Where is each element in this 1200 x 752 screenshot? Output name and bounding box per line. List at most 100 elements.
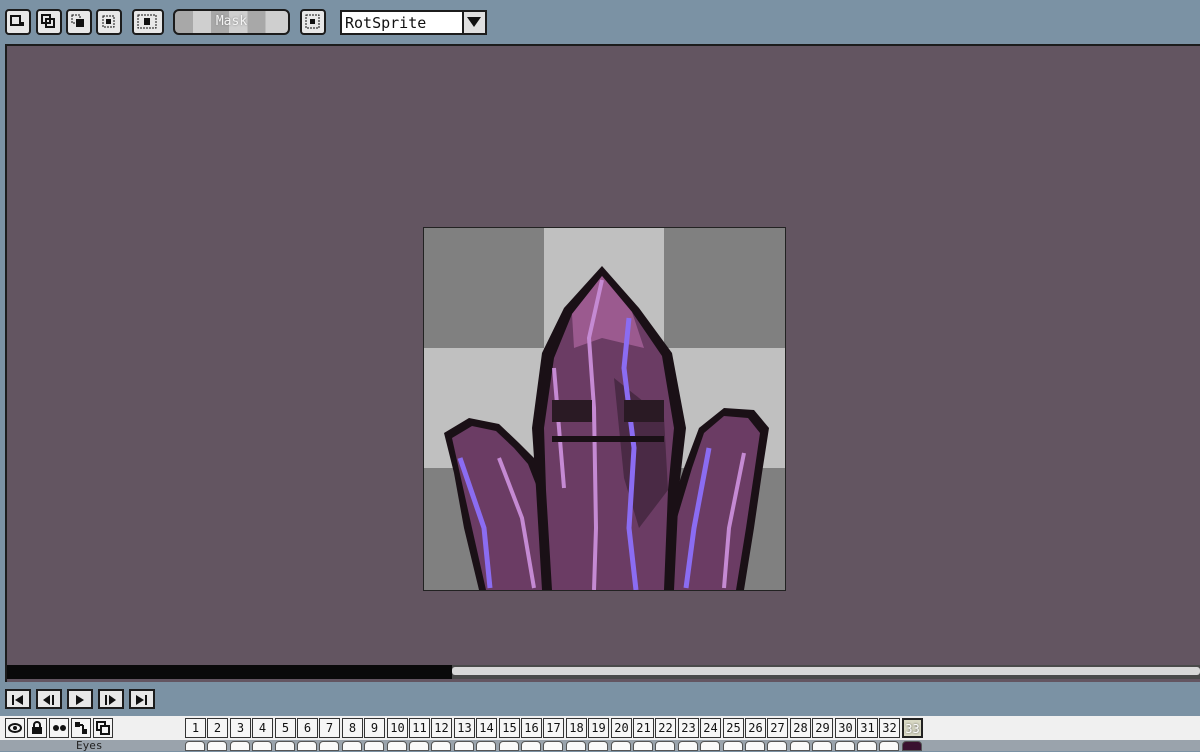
- frame-10[interactable]: 10: [387, 718, 408, 738]
- cel-frame-25[interactable]: [723, 741, 743, 751]
- last-frame-icon: [136, 695, 147, 705]
- last-frame-button[interactable]: [129, 689, 155, 709]
- cel-frame-5[interactable]: [275, 741, 295, 751]
- frame-11[interactable]: 11: [409, 718, 430, 738]
- link-icon: [75, 722, 87, 734]
- frame-19[interactable]: 19: [588, 718, 609, 738]
- cel-frame-2[interactable]: [207, 741, 227, 751]
- cel-frame-1[interactable]: [185, 741, 205, 751]
- frame-7[interactable]: 7: [319, 718, 340, 738]
- frame-18[interactable]: 18: [566, 718, 587, 738]
- first-frame-button[interactable]: [5, 689, 31, 709]
- previous-frame-button[interactable]: [36, 689, 62, 709]
- cel-frame-24[interactable]: [700, 741, 720, 751]
- mask-button[interactable]: Mask: [173, 9, 290, 35]
- frame-24[interactable]: 24: [700, 718, 721, 738]
- frame-3[interactable]: 3: [230, 718, 251, 738]
- first-frame-icon: [12, 695, 23, 705]
- cel-frame-11[interactable]: [409, 741, 429, 751]
- cel-frame-19[interactable]: [588, 741, 608, 751]
- scrollbar-thumb[interactable]: [452, 667, 1200, 675]
- dropdown-arrow-button[interactable]: [462, 12, 485, 33]
- cel-frame-16[interactable]: [521, 741, 541, 751]
- sprite-canvas[interactable]: [423, 227, 786, 591]
- onion-skin-toggle[interactable]: [49, 718, 69, 738]
- cel-frame-28[interactable]: [790, 741, 810, 751]
- cel-frame-26[interactable]: [745, 741, 765, 751]
- cel-frame-13[interactable]: [454, 741, 474, 751]
- cel-frame-20[interactable]: [611, 741, 631, 751]
- frame-32[interactable]: 32: [879, 718, 900, 738]
- cel-frame-9[interactable]: [364, 741, 384, 751]
- frame-30[interactable]: 30: [835, 718, 856, 738]
- next-frame-icon: [105, 695, 116, 705]
- selection-intersect-button[interactable]: [96, 9, 122, 35]
- frame-14[interactable]: 14: [476, 718, 497, 738]
- play-button[interactable]: [67, 689, 93, 709]
- cel-frame-6[interactable]: [297, 741, 317, 751]
- frame-15[interactable]: 15: [499, 718, 520, 738]
- frame-22[interactable]: 22: [655, 718, 676, 738]
- lock-toggle[interactable]: [27, 718, 47, 738]
- horizontal-scrollbar[interactable]: [7, 665, 1200, 679]
- cel-frame-27[interactable]: [767, 741, 787, 751]
- transparent-color-button[interactable]: [132, 9, 164, 35]
- toolbar: Mask RotSprite: [0, 0, 1200, 42]
- selection-intersect-icon: [102, 15, 115, 28]
- cel-frame-10[interactable]: [387, 741, 407, 751]
- frame-21[interactable]: 21: [633, 718, 654, 738]
- selection-add-icon: [41, 14, 55, 28]
- cel-frame-7[interactable]: [319, 741, 339, 751]
- scrollbar-track: [7, 665, 452, 679]
- frame-31[interactable]: 31: [857, 718, 878, 738]
- frame-17[interactable]: 17: [543, 718, 564, 738]
- frame-5[interactable]: 5: [275, 718, 296, 738]
- frame-20[interactable]: 20: [611, 718, 632, 738]
- cel-frame-17[interactable]: [543, 741, 563, 751]
- cel-frame-8[interactable]: [342, 741, 362, 751]
- next-frame-button[interactable]: [98, 689, 124, 709]
- frame-25[interactable]: 25: [723, 718, 744, 738]
- cel-frame-33[interactable]: [902, 741, 922, 751]
- visibility-toggle[interactable]: [5, 718, 25, 738]
- selection-subtract-button[interactable]: [66, 9, 92, 35]
- frame-27[interactable]: 27: [767, 718, 788, 738]
- frame-8[interactable]: 8: [342, 718, 363, 738]
- cel-frame-31[interactable]: [857, 741, 877, 751]
- pivot-icon: [305, 14, 320, 29]
- cel-frame-23[interactable]: [678, 741, 698, 751]
- continuous-layer-toggle[interactable]: [93, 718, 113, 738]
- frame-28[interactable]: 28: [790, 718, 811, 738]
- frame-33[interactable]: 33: [902, 718, 923, 738]
- selection-replace-button[interactable]: [5, 9, 31, 35]
- cel-frame-29[interactable]: [812, 741, 832, 751]
- rotation-algorithm-select[interactable]: RotSprite: [340, 10, 487, 35]
- link-cels-toggle[interactable]: [71, 718, 91, 738]
- cel-frame-3[interactable]: [230, 741, 250, 751]
- cel-frame-12[interactable]: [431, 741, 451, 751]
- cel-frame-22[interactable]: [655, 741, 675, 751]
- layer-name: Eyes: [76, 739, 103, 752]
- selection-add-button[interactable]: [36, 9, 62, 35]
- cel-frame-30[interactable]: [835, 741, 855, 751]
- frame-4[interactable]: 4: [252, 718, 273, 738]
- frame-23[interactable]: 23: [678, 718, 699, 738]
- cel-frame-15[interactable]: [499, 741, 519, 751]
- cel-frame-32[interactable]: [879, 741, 899, 751]
- cel-frame-18[interactable]: [566, 741, 586, 751]
- pivot-button[interactable]: [300, 9, 326, 35]
- frame-13[interactable]: 13: [454, 718, 475, 738]
- cel-frame-4[interactable]: [252, 741, 272, 751]
- frame-12[interactable]: 12: [431, 718, 452, 738]
- frame-26[interactable]: 26: [745, 718, 766, 738]
- canvas-area[interactable]: [5, 44, 1200, 682]
- frame-6[interactable]: 6: [297, 718, 318, 738]
- layers-icon: [96, 721, 110, 735]
- frame-16[interactable]: 16: [521, 718, 542, 738]
- frame-2[interactable]: 2: [207, 718, 228, 738]
- cel-frame-14[interactable]: [476, 741, 496, 751]
- cel-frame-21[interactable]: [633, 741, 653, 751]
- frame-29[interactable]: 29: [812, 718, 833, 738]
- frame-1[interactable]: 1: [185, 718, 206, 738]
- frame-9[interactable]: 9: [364, 718, 385, 738]
